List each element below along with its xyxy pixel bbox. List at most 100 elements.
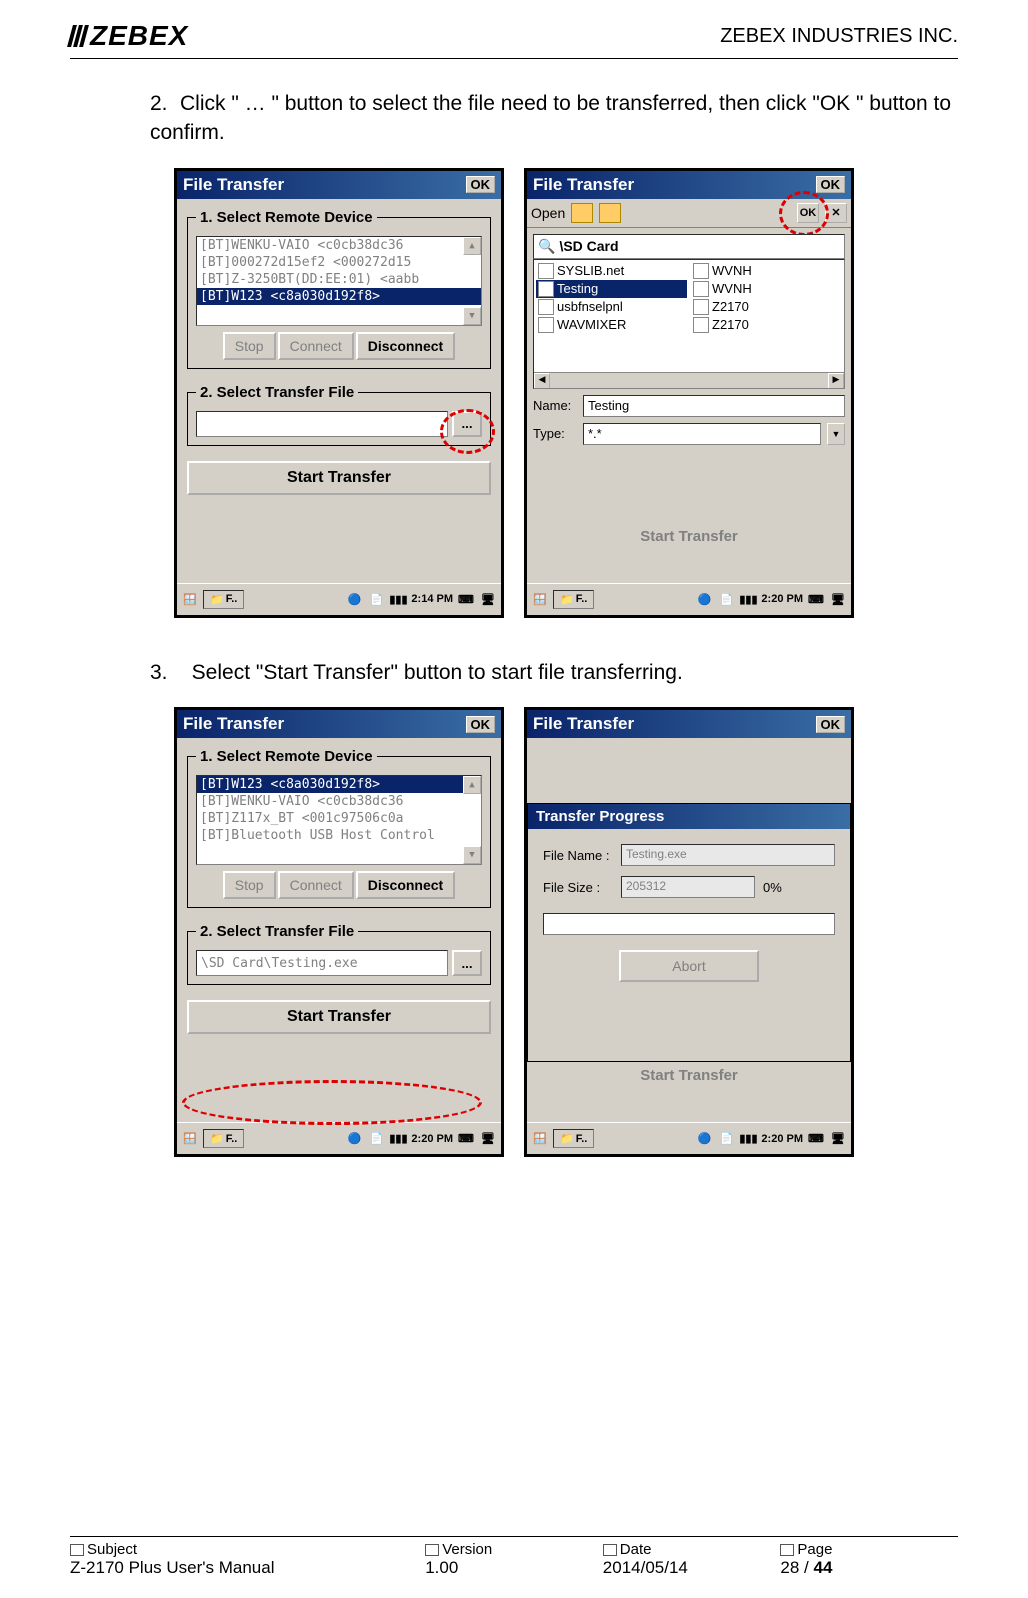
desktop-icon[interactable]: 🖥 <box>479 1130 497 1148</box>
date-label: Date <box>620 1541 652 1558</box>
name-label: Name: <box>533 398 577 413</box>
barcode-icon: ▮▮▮ <box>739 590 757 608</box>
connect-button[interactable]: Connect <box>278 332 354 360</box>
scroll-up-icon[interactable]: ▲ <box>463 776 481 794</box>
file-item[interactable]: usbfnselpnl <box>536 298 687 316</box>
progress-bar <box>543 913 835 935</box>
keyboard-icon[interactable]: ⌨ <box>807 590 825 608</box>
screenshots-row-2: File Transfer OK 1. Select Remote Device… <box>70 707 958 1157</box>
list-item[interactable]: [BT]Z117x_BT <001c97506c0a <box>197 810 481 827</box>
list-item[interactable]: [BT]000272d15ef2 <000272d15 <box>197 254 481 271</box>
list-item[interactable]: [BT]Z-3250BT(DD:EE:01) <aabb <box>197 271 481 288</box>
file-item[interactable]: WAVMIXER <box>536 316 687 334</box>
start-icon[interactable]: 🪟 <box>531 590 549 608</box>
file-item[interactable]: WVNH <box>691 280 842 298</box>
taskbar-app-button[interactable]: 📁F.. <box>553 590 594 609</box>
name-input[interactable] <box>583 395 845 417</box>
start-transfer-button[interactable]: Start Transfer <box>187 461 491 495</box>
keyboard-icon[interactable]: ⌨ <box>457 590 475 608</box>
tray-icon: 🔵 <box>345 1130 363 1148</box>
scroll-right-icon[interactable]: ▶ <box>828 373 844 389</box>
window-title: File Transfer <box>533 175 634 195</box>
scroll-down-icon[interactable]: ▼ <box>463 307 481 325</box>
new-folder-icon[interactable] <box>599 203 621 223</box>
disconnect-button[interactable]: Disconnect <box>356 332 455 360</box>
start-icon[interactable]: 🪟 <box>181 1130 199 1148</box>
list-item[interactable]: [BT]W123 <c8a030d192f8> <box>197 776 481 793</box>
tray-icon: 📄 <box>717 590 735 608</box>
keyboard-icon[interactable]: ⌨ <box>457 1130 475 1148</box>
taskbar-app-button[interactable]: 📁F.. <box>203 590 244 609</box>
background-start-transfer: Start Transfer <box>640 528 738 545</box>
taskbar-app-button[interactable]: 📁F.. <box>203 1129 244 1148</box>
taskbar-app-button[interactable]: 📁F.. <box>553 1129 594 1148</box>
file-item[interactable]: Z2170 <box>691 298 842 316</box>
step-3-instruction: 3. Select "Start Transfer" button to sta… <box>70 658 958 687</box>
barcode-icon: ▮▮▮ <box>739 1130 757 1148</box>
desktop-icon[interactable]: 🖥 <box>479 590 497 608</box>
device-listbox[interactable]: [BT]WENKU-VAIO <c0cb38dc36 [BT]000272d15… <box>196 236 482 326</box>
desktop-icon[interactable]: 🖥 <box>829 590 847 608</box>
file-path-input[interactable] <box>196 411 448 437</box>
file-list[interactable]: SYSLIB.net Testing usbfnselpnl WAVMIXER … <box>533 259 845 389</box>
stop-button[interactable]: Stop <box>223 332 276 360</box>
browse-button[interactable]: ... <box>452 411 482 437</box>
close-icon[interactable]: ✕ <box>825 203 847 223</box>
file-icon <box>693 317 709 333</box>
file-item[interactable]: Z2170 <box>691 316 842 334</box>
start-icon[interactable]: 🪟 <box>181 590 199 608</box>
file-icon <box>693 299 709 315</box>
list-item[interactable]: [BT]WENKU-VAIO <c0cb38dc36 <box>197 237 481 254</box>
dropdown-arrow-icon[interactable]: ▼ <box>827 423 845 445</box>
desktop-icon[interactable]: 🖥 <box>829 1130 847 1148</box>
abort-button[interactable]: Abort <box>619 950 759 982</box>
file-size-value: 205312 <box>621 876 755 898</box>
tray-icon: 🔵 <box>345 590 363 608</box>
company-name: ZEBEX INDUSTRIES INC. <box>720 25 958 48</box>
file-name-value: Testing.exe <box>621 844 835 866</box>
logo-text: ZEBEX <box>90 20 188 52</box>
dialog-ok-button[interactable]: OK <box>797 203 819 223</box>
disconnect-button[interactable]: Disconnect <box>356 871 455 899</box>
screenshot-d: File Transfer OK Start Transfer Transfer… <box>524 707 854 1157</box>
page-header: ZEBEX ZEBEX INDUSTRIES INC. <box>70 20 958 59</box>
file-item[interactable]: Testing <box>536 280 687 298</box>
select-remote-device-group: 1. Select Remote Device [BT]WENKU-VAIO <… <box>187 209 491 369</box>
file-icon <box>693 263 709 279</box>
file-icon <box>538 263 554 279</box>
screenshot-b: File Transfer OK Open OK ✕ 🔍 \SD Card <box>524 168 854 618</box>
connect-button[interactable]: Connect <box>278 871 354 899</box>
background-start-transfer: Start Transfer <box>640 1067 738 1084</box>
ok-button[interactable]: OK <box>816 176 846 193</box>
list-item[interactable]: [BT]W123 <c8a030d192f8> <box>197 288 481 305</box>
list-item[interactable]: [BT]Bluetooth USB Host Control <box>197 827 481 844</box>
version-value: 1.00 <box>425 1558 603 1578</box>
scroll-up-icon[interactable]: ▲ <box>463 237 481 255</box>
ok-button[interactable]: OK <box>816 716 846 733</box>
file-path-input[interactable] <box>196 950 448 976</box>
browse-button[interactable]: ... <box>452 950 482 976</box>
fieldset-legend: 2. Select Transfer File <box>196 384 358 401</box>
step-2-instruction: 2.Click " … " button to select the file … <box>70 89 958 148</box>
start-icon[interactable]: 🪟 <box>531 1130 549 1148</box>
file-item[interactable]: SYSLIB.net <box>536 262 687 280</box>
list-item[interactable]: [BT]WENKU-VAIO <c0cb38dc36 <box>197 793 481 810</box>
horizontal-scrollbar[interactable]: ◀ ▶ <box>534 372 844 388</box>
fieldset-legend: 2. Select Transfer File <box>196 923 358 940</box>
keyboard-icon[interactable]: ⌨ <box>807 1130 825 1148</box>
scroll-left-icon[interactable]: ◀ <box>534 373 550 389</box>
select-remote-device-group: 1. Select Remote Device [BT]W123 <c8a030… <box>187 748 491 908</box>
type-label: Type: <box>533 426 577 441</box>
scroll-down-icon[interactable]: ▼ <box>463 846 481 864</box>
type-combo[interactable] <box>583 423 821 445</box>
folder-up-icon[interactable] <box>571 203 593 223</box>
file-item[interactable]: WVNH <box>691 262 842 280</box>
stop-button[interactable]: Stop <box>223 871 276 899</box>
file-size-label: File Size : <box>543 880 613 895</box>
clock: 2:20 PM <box>761 1133 803 1145</box>
book-icon <box>780 1544 794 1556</box>
start-transfer-button[interactable]: Start Transfer <box>187 1000 491 1034</box>
ok-button[interactable]: OK <box>466 176 496 193</box>
device-listbox[interactable]: [BT]W123 <c8a030d192f8> [BT]WENKU-VAIO <… <box>196 775 482 865</box>
ok-button[interactable]: OK <box>466 716 496 733</box>
